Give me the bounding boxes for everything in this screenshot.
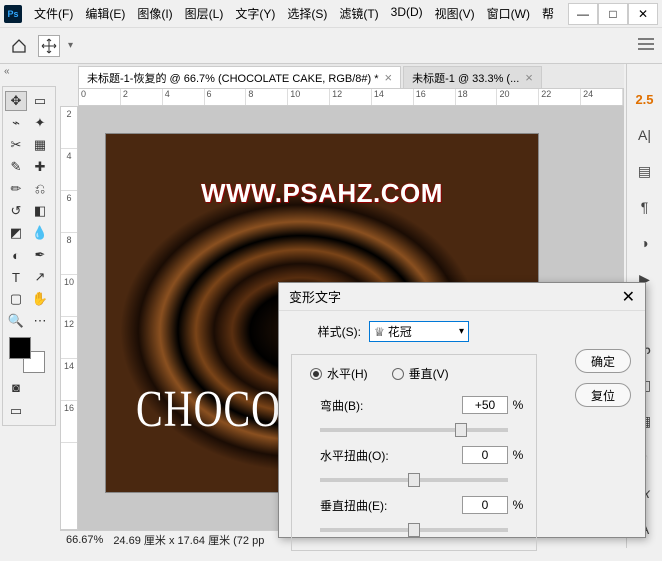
eyedropper-tool[interactable]: ✎ (5, 157, 27, 177)
fg-color-swatch[interactable] (9, 337, 31, 359)
collapse-icon[interactable]: « (4, 66, 10, 77)
hand-tool[interactable]: ✋ (29, 289, 51, 309)
menu-edit[interactable]: 编辑(E) (81, 3, 129, 24)
vdist-input[interactable]: 0 (462, 496, 508, 514)
path-tool[interactable]: ↗ (29, 267, 51, 287)
tab-doc-1[interactable]: 未标题-1-恢复的 @ 66.7% (CHOCOLATE CAKE, RGB/8… (78, 66, 401, 88)
menu-image[interactable]: 图像(I) (133, 3, 176, 24)
quickmask-icon[interactable]: ◙ (5, 377, 27, 397)
tab-label: 未标题-1 @ 33.3% (... (412, 70, 519, 86)
pct-label: % (508, 398, 528, 412)
panel-swatches-icon[interactable]: ▤ (633, 160, 657, 182)
bend-label: 弯曲(B): (300, 397, 390, 414)
tab-close-icon[interactable]: × (385, 70, 393, 85)
history-brush-tool[interactable]: ↺ (5, 201, 27, 221)
vdist-label: 垂直扭曲(E): (300, 497, 390, 514)
bend-input[interactable]: +50 (462, 396, 508, 414)
brush-tool[interactable]: ✏ (5, 179, 27, 199)
panel-paragraph-icon[interactable]: ¶ (633, 196, 657, 218)
dialog-titlebar[interactable]: 变形文字 ✕ (279, 283, 645, 311)
bend-slider[interactable] (320, 428, 508, 432)
pct-label: % (508, 498, 528, 512)
style-select[interactable]: ♕ 花冠 (369, 321, 469, 342)
warp-text-dialog: 变形文字 ✕ 样式(S): ♕ 花冠 水平(H) 垂直(V) (278, 282, 646, 538)
vdist-slider[interactable] (320, 528, 508, 532)
hdist-slider[interactable] (320, 478, 508, 482)
frame-tool[interactable]: ▦ (29, 135, 51, 155)
type-tool[interactable]: T (5, 267, 27, 287)
doc-dimensions: 24.69 厘米 x 17.64 厘米 (72 pp (113, 532, 264, 548)
hdist-input[interactable]: 0 (462, 446, 508, 464)
hamburger-icon[interactable] (638, 38, 654, 53)
ruler-vertical: 246810121416 (60, 106, 78, 530)
dialog-title: 变形文字 (289, 287, 341, 306)
menu-filter[interactable]: 滤镜(T) (335, 3, 382, 24)
canvas-text-url: WWW.PSAHZ.COM (106, 178, 538, 209)
move-tool[interactable]: ✥ (5, 91, 27, 111)
heal-tool[interactable]: ✚ (29, 157, 51, 177)
style-label: 样式(S): (291, 323, 369, 340)
ok-button[interactable]: 确定 (575, 349, 631, 373)
radio-horizontal[interactable]: 水平(H) (310, 365, 368, 382)
tab-label: 未标题-1-恢复的 @ 66.7% (CHOCOLATE CAKE, RGB/8… (87, 70, 379, 86)
zoom-level[interactable]: 66.67% (66, 534, 103, 546)
gradient-tool[interactable]: ◩ (5, 223, 27, 243)
document-tabs: 未标题-1-恢复的 @ 66.7% (CHOCOLATE CAKE, RGB/8… (78, 64, 624, 88)
style-value: 花冠 (388, 323, 412, 340)
panel-brush-size[interactable]: 2.5 (633, 88, 657, 110)
window-controls: — □ ✕ (568, 3, 658, 25)
menu-3d[interactable]: 3D(D) (387, 3, 427, 24)
color-swatches[interactable] (9, 337, 49, 373)
app-logo: Ps (4, 5, 22, 23)
menu-select[interactable]: 选择(S) (283, 3, 331, 24)
home-icon[interactable] (8, 35, 30, 57)
menu-window[interactable]: 窗口(W) (483, 3, 534, 24)
lasso-tool[interactable]: ⌁ (5, 113, 27, 133)
close-button[interactable]: ✕ (628, 3, 658, 25)
move-tool-icon[interactable] (38, 35, 60, 57)
radio-vertical[interactable]: 垂直(V) (392, 365, 449, 382)
edit-toolbar[interactable]: ⋯ (29, 311, 51, 331)
marquee-tool[interactable]: ▭ (29, 91, 51, 111)
menu-type[interactable]: 文字(Y) (231, 3, 279, 24)
shape-tool[interactable]: ▢ (5, 289, 27, 309)
crop-tool[interactable]: ✂ (5, 135, 27, 155)
menu-help[interactable]: 帮 (538, 3, 558, 24)
warp-fieldset: 水平(H) 垂直(V) 弯曲(B): +50 % 水平扭曲(O): 0 % (291, 354, 537, 551)
ruler-horizontal: 024681012141618202224 (78, 88, 624, 106)
eraser-tool[interactable]: ◧ (29, 201, 51, 221)
maximize-button[interactable]: □ (598, 3, 628, 25)
dialog-close-icon[interactable]: ✕ (622, 287, 635, 307)
tab-doc-2[interactable]: 未标题-1 @ 33.3% (... × (403, 66, 542, 88)
pen-tool[interactable]: ✒ (29, 245, 51, 265)
panel-character-icon[interactable]: A| (633, 124, 657, 146)
menu-file[interactable]: 文件(F) (30, 3, 77, 24)
crown-icon: ♕ (374, 325, 385, 339)
pct-label: % (508, 448, 528, 462)
radio-dot-icon (392, 368, 404, 380)
dodge-tool[interactable]: ◐ (5, 245, 27, 265)
menu-layer[interactable]: 图层(L) (181, 3, 228, 24)
blur-tool[interactable]: 💧 (29, 223, 51, 243)
reset-button[interactable]: 复位 (575, 383, 631, 407)
title-bar: Ps 文件(F) 编辑(E) 图像(I) 图层(L) 文字(Y) 选择(S) 滤… (0, 0, 662, 28)
zoom-tool[interactable]: 🔍 (5, 311, 27, 331)
screenmode-icon[interactable]: ▭ (5, 401, 27, 421)
options-bar: ▾ (0, 28, 662, 64)
tab-close-icon[interactable]: × (525, 70, 533, 85)
menu-bar: 文件(F) 编辑(E) 图像(I) 图层(L) 文字(Y) 选择(S) 滤镜(T… (30, 3, 568, 24)
stamp-tool[interactable]: ⎌ (29, 179, 51, 199)
toolbox: ✥▭ ⌁✦ ✂▦ ✎✚ ✏⎌ ↺◧ ◩💧 ◐✒ T↗ ▢✋ 🔍⋯ ◙ ▭ (2, 86, 56, 426)
menu-view[interactable]: 视图(V) (431, 3, 479, 24)
wand-tool[interactable]: ✦ (29, 113, 51, 133)
hdist-label: 水平扭曲(O): (300, 447, 390, 464)
radio-dot-icon (310, 368, 322, 380)
panel-glyphs-icon[interactable]: ◑ (633, 232, 657, 254)
minimize-button[interactable]: — (568, 3, 598, 25)
